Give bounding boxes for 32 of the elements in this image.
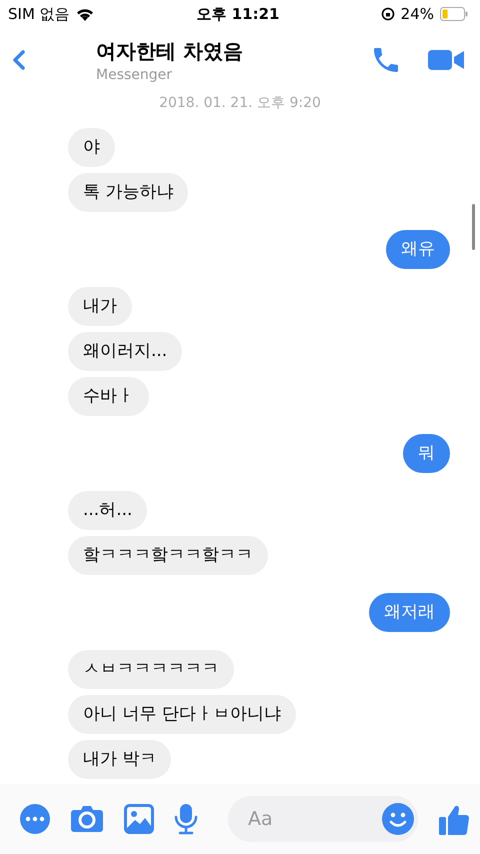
camera-icon[interactable] [70,805,104,833]
rotation-lock-icon [380,7,395,21]
message-bubble: ...허... [68,491,148,530]
chat-title: 여자한테 차였음 [96,38,244,64]
clock-text: 오후 11:21 [196,4,280,24]
message-bubble: 수바ㅏ [68,377,149,416]
back-icon[interactable] [12,49,26,71]
emoji-icon[interactable] [382,803,414,835]
message-input[interactable]: Aa [248,808,382,830]
message-bubble: ㅅㅂㅋㅋㅋㅋㅋㅋ [68,650,234,689]
message-bubble: 톡 가능하냐 [68,173,188,212]
more-icon[interactable] [20,804,50,834]
battery-percent: 24% [400,5,434,23]
wifi-icon [76,8,94,20]
chat-subtitle: Messenger [96,66,174,82]
message-bubble: 내가 박ㅋ [68,740,172,779]
message-bubble: 왜이러지... [68,332,182,371]
message-bubble: 왜유 [386,230,450,269]
image-icon[interactable] [124,804,154,834]
message-bubble: 뭐 [403,434,450,473]
battery-icon [440,7,468,21]
message-bubble: 아니 너무 단다ㅏㅂ아니냐 [68,695,296,734]
timestamp: 2018. 01. 21. 오후 9:20 [158,94,322,112]
message-field[interactable]: Aa [228,796,418,842]
message-bubble: 핰ㅋㅋㅋ핰ㅋㅋ핰ㅋㅋ [68,536,268,575]
carrier-text: SIM 없음 [8,4,70,24]
message-bubble: 왜저래 [369,593,450,632]
scroll-indicator [472,204,475,250]
message-bubble: 내가 [68,287,132,326]
message-bubble: 야 [68,128,115,167]
microphone-icon[interactable] [174,803,198,835]
video-camera-icon[interactable] [428,48,464,72]
